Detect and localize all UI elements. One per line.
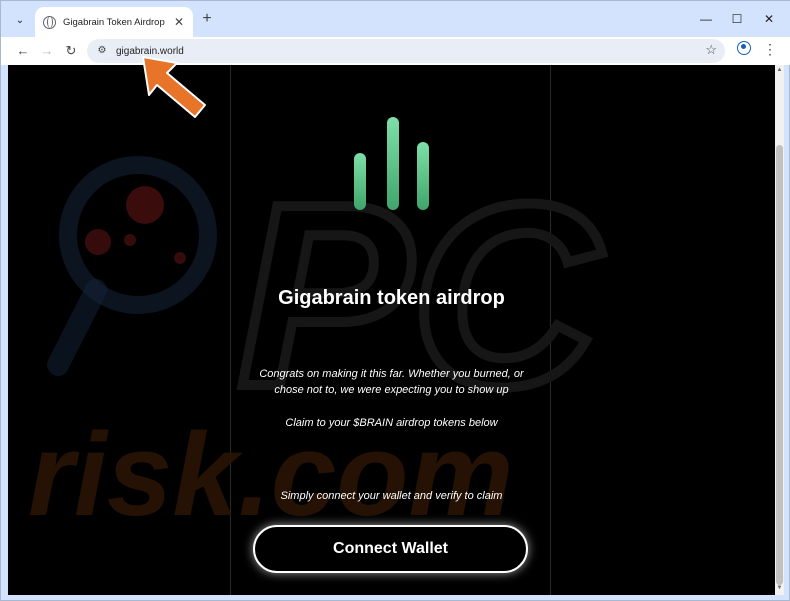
connect-prompt: Simply connect your wallet and verify to…	[280, 490, 503, 502]
page-viewport: PC risk.com Gigabrain token airdrop Cong…	[8, 65, 775, 595]
globe-icon	[43, 15, 56, 29]
tab-close-icon[interactable]: ✕	[171, 15, 187, 29]
tab-search-icon[interactable]: ⌄	[9, 9, 31, 31]
vertical-scrollbar[interactable]: ▲ ▼	[775, 65, 784, 595]
browser-toolbar: ← → ↻ ⚙ gigabrain.world ☆	[1, 37, 790, 65]
claim-text: Claim to your $BRAIN airdrop tokens belo…	[285, 417, 498, 429]
scroll-up-icon[interactable]: ▲	[775, 67, 784, 75]
profile-icon[interactable]	[737, 41, 751, 55]
maximize-button[interactable]: ☐	[722, 9, 752, 29]
gigabrain-logo-icon	[348, 115, 438, 215]
column-divider-left	[230, 65, 231, 595]
forward-icon[interactable]: →	[37, 41, 57, 61]
close-window-button[interactable]: ✕	[754, 9, 784, 29]
menu-kebab-icon[interactable]: ⋮	[763, 41, 777, 57]
column-divider-right	[550, 65, 551, 595]
new-tab-button[interactable]: +	[198, 10, 216, 28]
scroll-down-icon[interactable]: ▼	[775, 585, 784, 593]
congrats-line-2: chose not to, we were expecting you to s…	[274, 384, 509, 396]
reload-icon[interactable]: ↻	[61, 41, 81, 61]
connect-wallet-button[interactable]: Connect Wallet	[253, 525, 528, 573]
page-title: Gigabrain token airdrop	[278, 287, 505, 309]
annotation-arrow-icon	[142, 56, 206, 118]
tab-title: Gigabrain Token Airdrop	[63, 16, 165, 28]
minimize-button[interactable]: —	[691, 9, 721, 29]
back-icon[interactable]: ←	[13, 41, 33, 61]
congrats-line-1: Congrats on making it this far. Whether …	[259, 368, 524, 380]
scroll-thumb[interactable]	[776, 145, 783, 585]
browser-window: ⌄ Gigabrain Token Airdrop ✕ + — ☐ ✕ ← → …	[0, 0, 790, 601]
tab-gigabrain[interactable]: Gigabrain Token Airdrop ✕	[35, 7, 193, 37]
site-info-icon[interactable]: ⚙	[95, 44, 109, 58]
tab-strip: ⌄ Gigabrain Token Airdrop ✕ + — ☐ ✕	[1, 1, 790, 37]
bookmark-star-icon[interactable]: ☆	[705, 42, 717, 58]
